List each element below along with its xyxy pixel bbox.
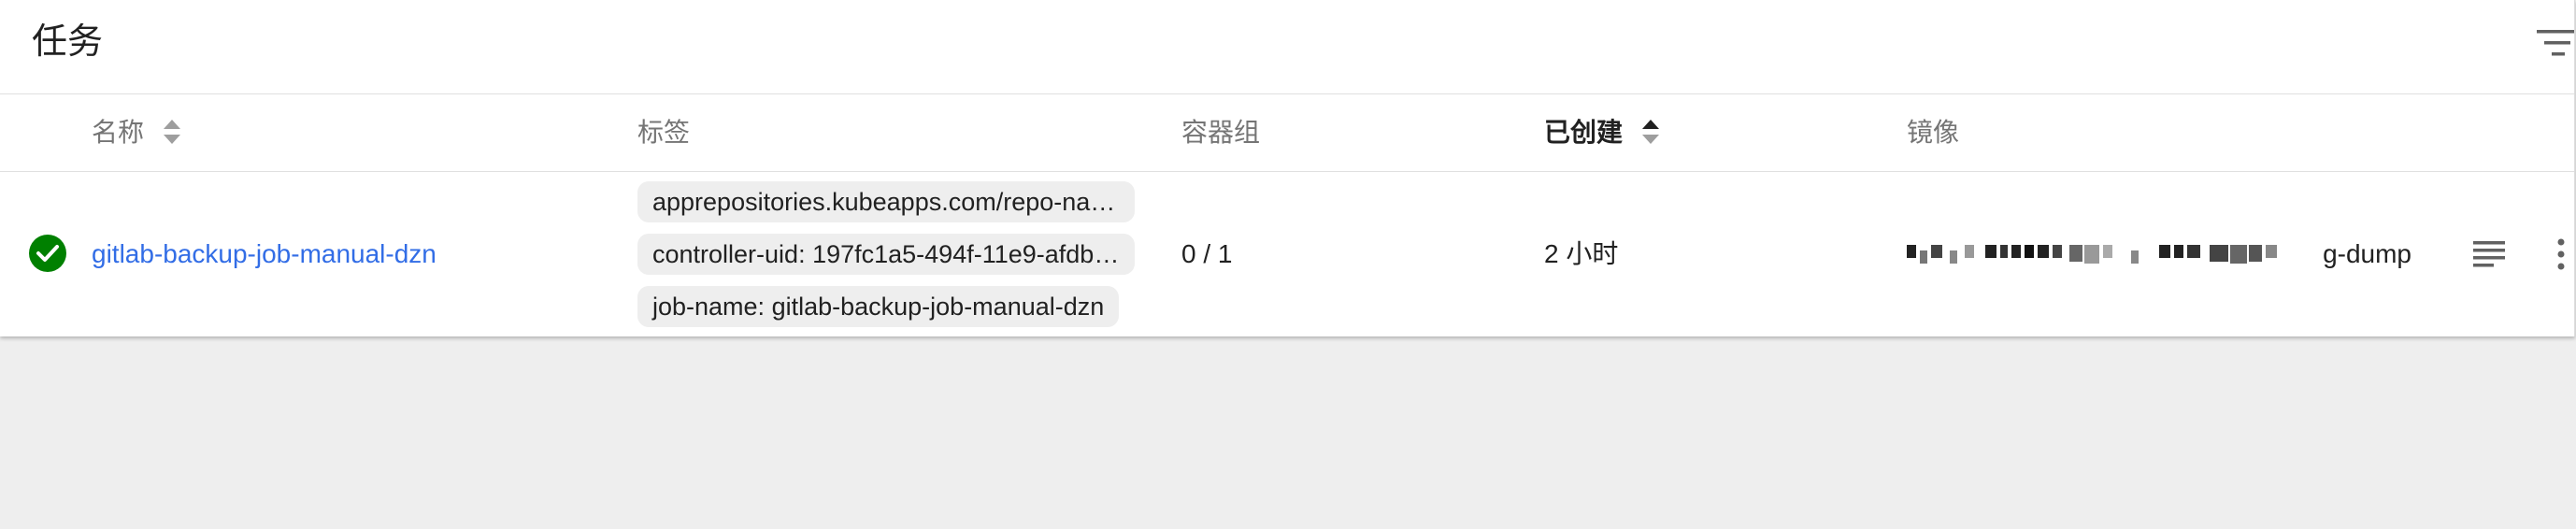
column-header-labels: 标签 bbox=[637, 94, 690, 171]
column-header-name[interactable]: 名称 bbox=[92, 94, 181, 171]
table-header: 名称 标签 容器组 已创建 镜像 bbox=[0, 94, 2574, 172]
image-name: g-dump bbox=[1907, 237, 2411, 271]
column-header-label: 镜像 bbox=[1907, 118, 1960, 147]
label-chip: apprepositories.kubeapps.com/repo-nam... bbox=[637, 181, 1135, 222]
column-header-pods: 容器组 bbox=[1181, 94, 1260, 171]
filter-list-icon[interactable] bbox=[2533, 26, 2574, 60]
sort-icon[interactable] bbox=[163, 118, 181, 146]
column-header-created[interactable]: 已创建 bbox=[1544, 94, 1660, 171]
column-header-label: 已创建 bbox=[1544, 118, 1624, 147]
label-chip: job-name: gitlab-backup-job-manual-dzn bbox=[637, 286, 1120, 327]
sort-icon[interactable] bbox=[1641, 118, 1660, 146]
more-vert-icon[interactable] bbox=[2552, 237, 2570, 271]
card-header: 任务 bbox=[0, 0, 2574, 94]
job-name[interactable]: gitlab-backup-job-manual-dzn bbox=[92, 239, 436, 268]
label-chip: controller-uid: 197fc1a5-494f-11e9-afdb-… bbox=[637, 234, 1135, 275]
image-suffix: g-dump bbox=[2323, 239, 2411, 268]
column-header-label: 容器组 bbox=[1181, 118, 1261, 147]
jobs-card: 任务 名称 标签 容器组 已创建 镜像 gitlab-backup-job-ma… bbox=[0, 0, 2575, 336]
pods-count: 0 / 1 bbox=[1181, 239, 1233, 268]
created-age: 2 小时 bbox=[1544, 239, 1619, 268]
card-title: 任务 bbox=[32, 22, 104, 62]
logs-icon[interactable] bbox=[2473, 241, 2505, 267]
column-header-images: 镜像 bbox=[1907, 94, 1959, 171]
job-name-link[interactable]: gitlab-backup-job-manual-dzn bbox=[92, 237, 436, 271]
column-header-label: 标签 bbox=[637, 118, 691, 147]
column-header-label: 名称 bbox=[92, 118, 145, 147]
check-circle-icon bbox=[29, 235, 66, 272]
